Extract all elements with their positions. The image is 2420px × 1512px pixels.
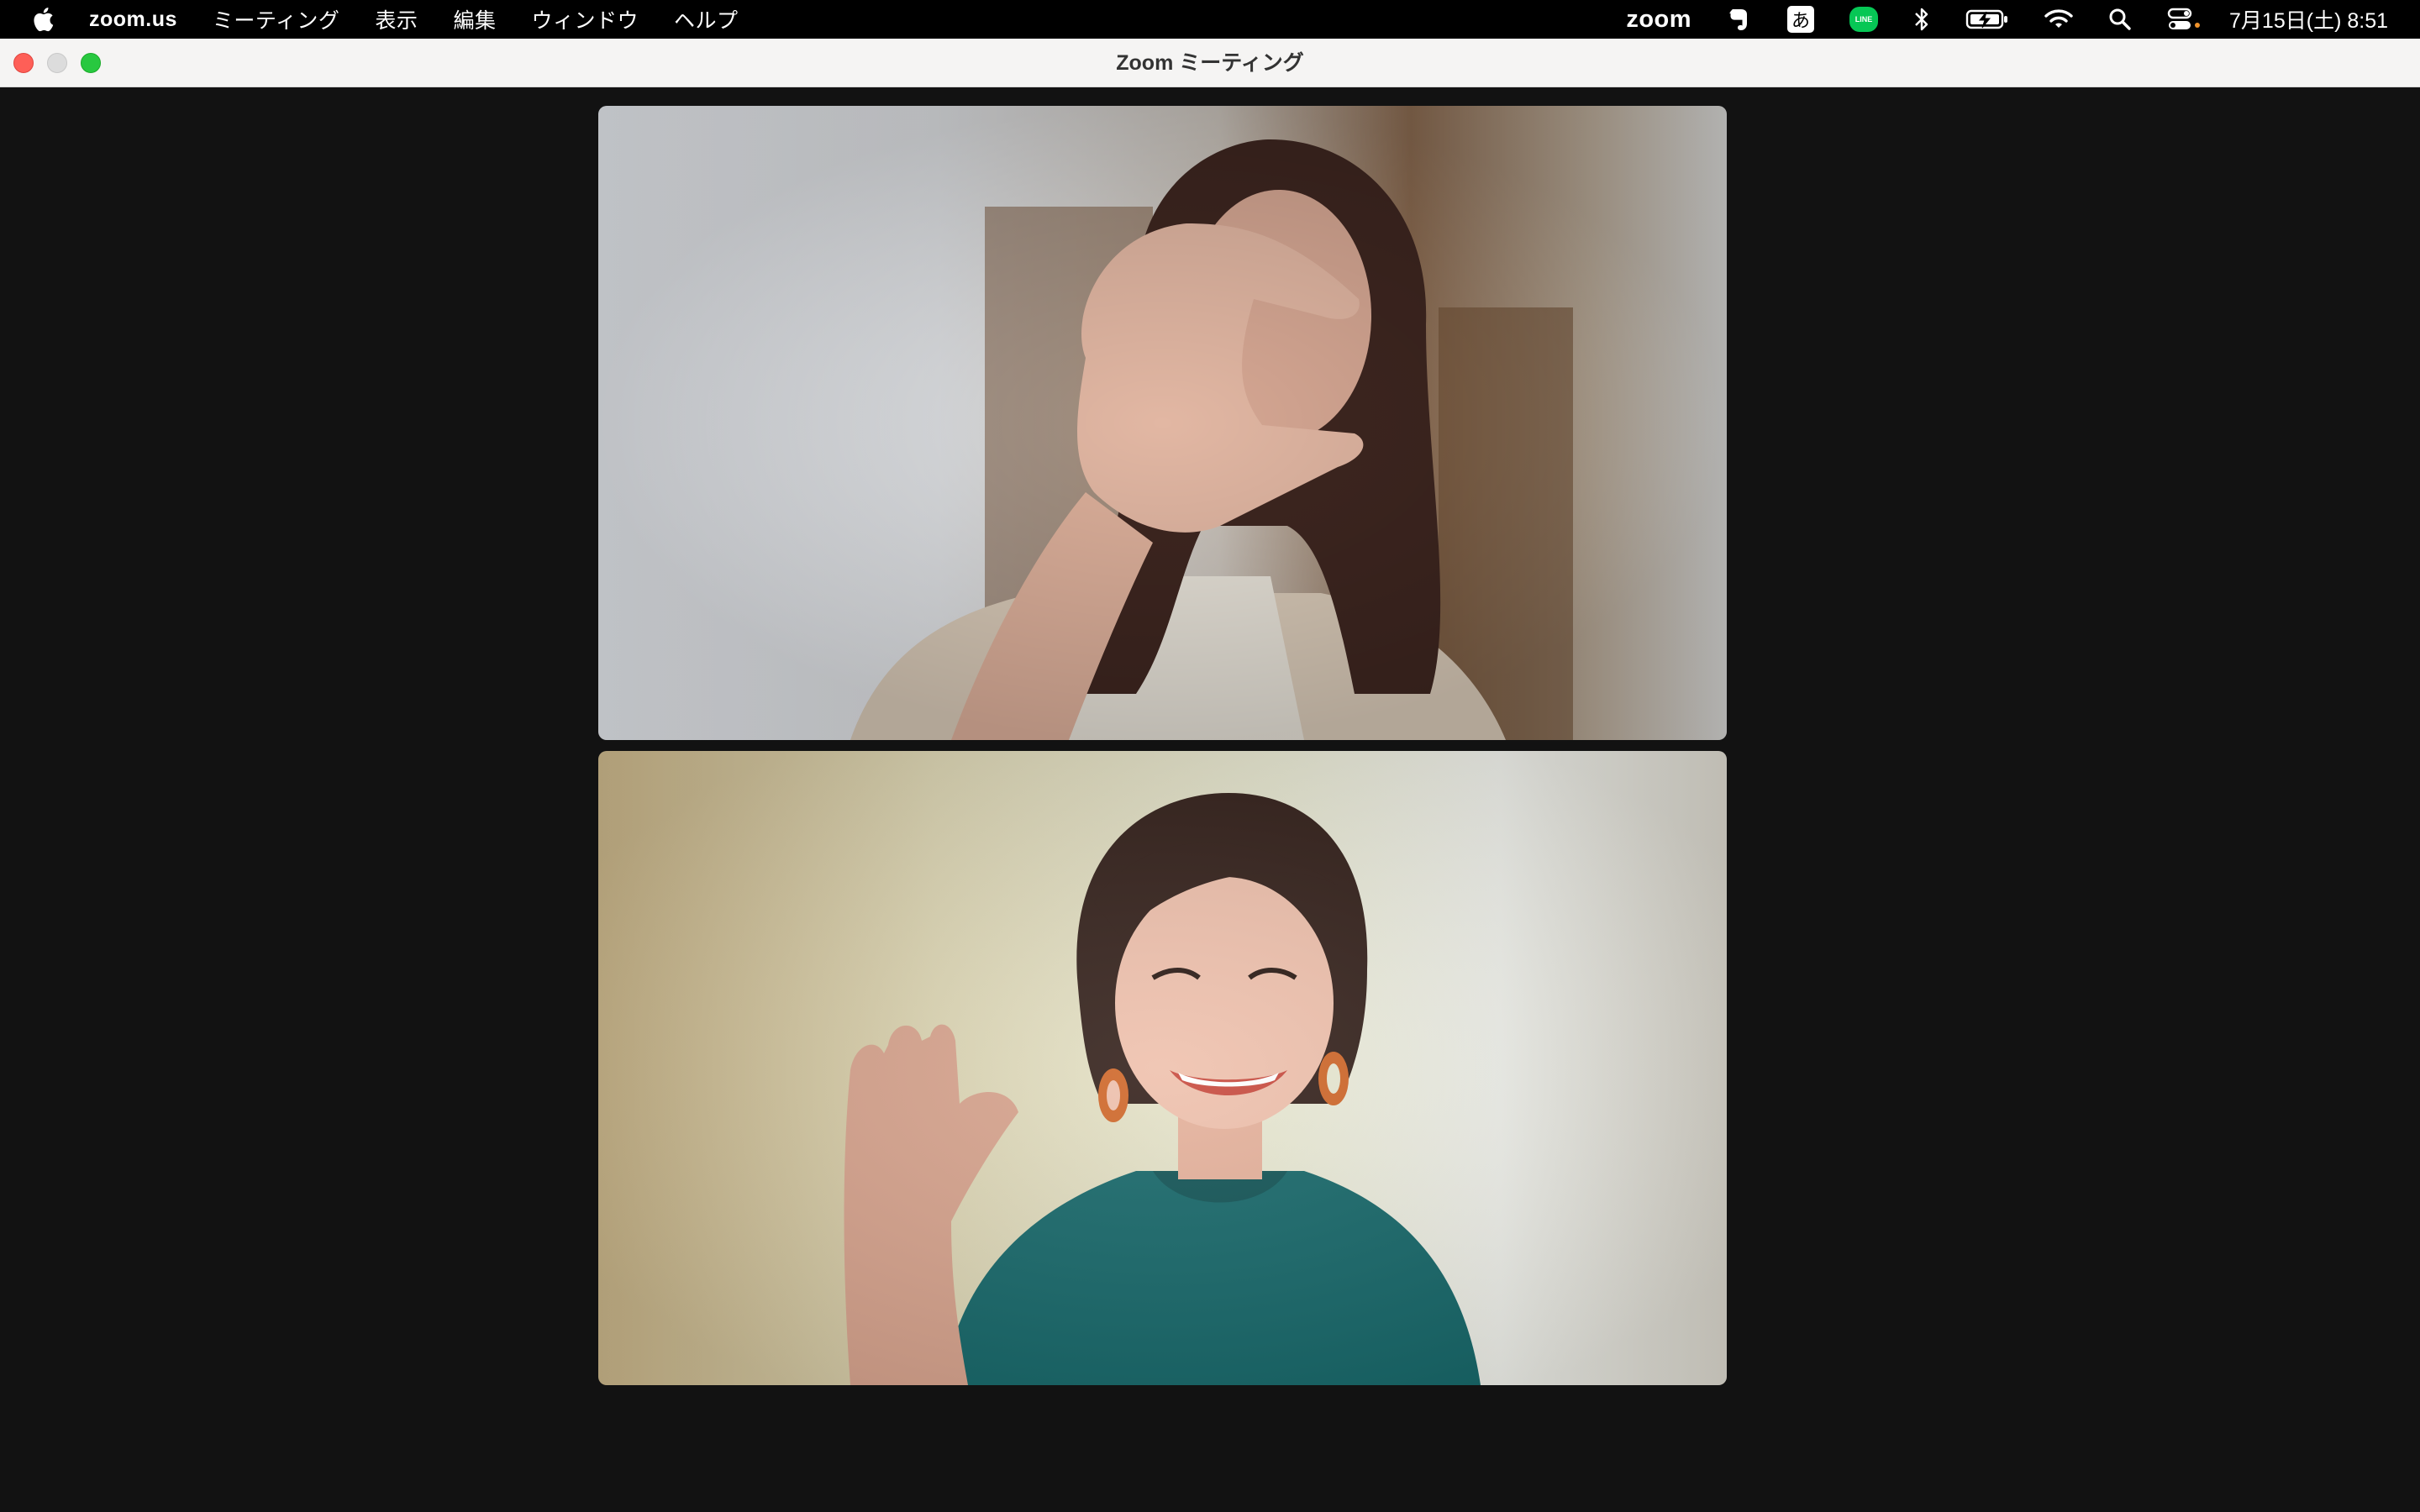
menu-app-name[interactable]: zoom.us [89,8,177,32]
menu-edit[interactable]: 編集 [453,4,496,34]
menu-help[interactable]: ヘルプ [674,4,739,34]
apple-menu-icon[interactable] [32,5,57,34]
search-icon[interactable] [2108,8,2132,31]
menu-view[interactable]: 表示 [375,4,418,34]
evernote-icon[interactable] [1727,6,1752,33]
wifi-icon[interactable] [2044,8,2073,30]
zoom-status-item[interactable]: zoom [1626,6,1691,34]
meeting-gallery [0,87,2420,1512]
participant-video-1 [598,106,1727,740]
line-app-icon[interactable]: LINE [1849,7,1879,32]
window-title: Zoom ミーティング [1116,51,1304,75]
menu-window[interactable]: ウィンドウ [531,4,639,34]
menu-bar: zoom.us ミーティング 表示 編集 ウィンドウ ヘルプ zoom あ LI… [0,0,2420,39]
battery-charging-icon[interactable] [1965,8,2009,30]
participant-video-tile-2[interactable] [598,751,1727,1385]
participant-video-tile-1[interactable] [598,106,1727,740]
participant-video-2 [598,751,1727,1385]
ime-label: あ [1787,6,1815,33]
line-label: LINE [1849,7,1879,32]
control-center-icon[interactable] [2167,7,2201,32]
bluetooth-icon[interactable] [1913,7,1930,32]
menu-meeting[interactable]: ミーティング [213,4,340,34]
input-method-icon[interactable]: あ [1787,6,1815,33]
window-title-bar[interactable]: Zoom ミーティング [0,39,2420,87]
menu-bar-clock[interactable]: 7月15日(土) 8:51 [2229,4,2388,34]
